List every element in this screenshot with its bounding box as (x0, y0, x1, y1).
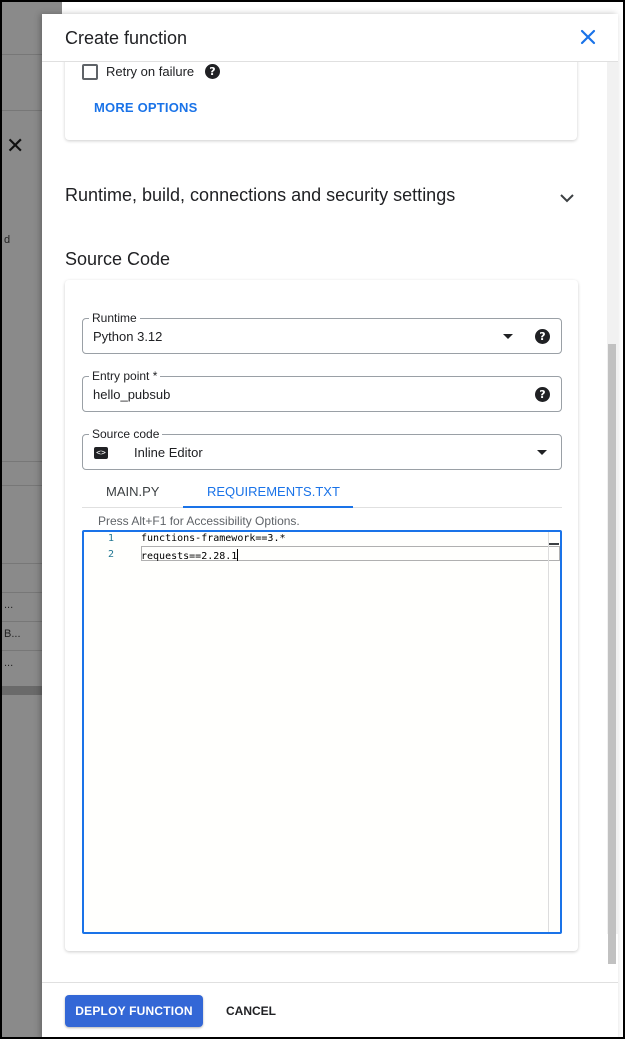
cancel-button[interactable]: CANCEL (218, 995, 284, 1027)
trigger-card: Retry on failure ? MORE OPTIONS (65, 62, 577, 140)
background-text: d (4, 234, 11, 246)
code-editor[interactable]: 1 functions-framework==3.* 2 requests==2… (82, 530, 562, 934)
help-icon[interactable]: ? (535, 329, 550, 344)
code-line-current: requests==2.28.1 (141, 549, 239, 562)
source-code-value: Inline Editor (134, 445, 203, 460)
text-cursor (237, 549, 239, 561)
retry-checkbox[interactable] (82, 64, 98, 80)
entry-point-value: hello_pubsub (93, 387, 171, 402)
tab-requirements-txt[interactable]: REQUIREMENTS.TXT (207, 484, 340, 499)
runtime-label: Runtime (89, 311, 140, 325)
section-title: Runtime, build, connections and security… (65, 185, 456, 205)
panel-header: Create function (42, 14, 618, 62)
divider (2, 485, 42, 486)
divider (2, 650, 42, 651)
page-title: Create function (65, 28, 188, 48)
retry-label: Retry on failure (106, 64, 195, 79)
code-line-text: requests==2.28.1 (141, 551, 238, 562)
file-tabs: MAIN.PY REQUIREMENTS.TXT (82, 476, 562, 508)
divider (2, 110, 42, 111)
divider (2, 461, 42, 462)
line-number: 2 (107, 549, 114, 560)
source-code-card: Runtime Python 3.12 ? Entry point * hell… (65, 280, 578, 951)
background-text: ... (4, 599, 14, 611)
close-icon[interactable]: ✕ (6, 134, 24, 158)
code-line: functions-framework==3.* (141, 533, 286, 544)
scrollbar-thumb[interactable] (608, 344, 616, 964)
divider (2, 563, 42, 564)
create-function-panel: Create function Retry on failure ? MORE … (42, 14, 618, 1037)
panel-content: Retry on failure ? MORE OPTIONS Runtime,… (42, 62, 618, 982)
background-scrollbar (2, 686, 42, 695)
active-tab-indicator (183, 506, 353, 508)
more-options-link[interactable]: MORE OPTIONS (94, 100, 198, 115)
background-text: B... (4, 628, 21, 640)
accessibility-hint: Press Alt+F1 for Accessibility Options. (98, 514, 300, 528)
close-icon[interactable] (576, 25, 600, 49)
source-code-heading: Source Code (65, 249, 171, 269)
source-code-select[interactable]: Source code <> Inline Editor (82, 427, 562, 470)
source-code-label: Source code (89, 427, 163, 441)
line-number: 1 (107, 533, 114, 544)
code-icon: <> (94, 447, 108, 459)
panel-scrollbar[interactable] (607, 54, 618, 964)
dropdown-caret-icon (537, 450, 547, 455)
divider (2, 621, 42, 622)
entry-point-field[interactable]: Entry point * hello_pubsub ? (82, 369, 562, 412)
screenshot-frame: ✕ d ... B... ... Create function Retry o… (0, 0, 625, 1039)
help-icon[interactable]: ? (205, 64, 220, 79)
runtime-value: Python 3.12 (93, 329, 163, 344)
entry-point-label: Entry point * (89, 369, 161, 383)
editor-scroll-track (548, 532, 549, 932)
tab-main-py[interactable]: MAIN.PY (106, 484, 159, 499)
help-icon[interactable]: ? (535, 387, 550, 402)
chevron-down-icon (560, 194, 574, 203)
divider (2, 592, 42, 593)
deploy-function-button[interactable]: DEPLOY FUNCTION (65, 995, 203, 1027)
runtime-select[interactable]: Runtime Python 3.12 ? (82, 311, 562, 354)
dropdown-caret-icon (503, 334, 513, 339)
panel-footer: DEPLOY FUNCTION CANCEL (42, 982, 618, 1037)
divider (2, 54, 42, 55)
overview-ruler-mark (549, 543, 559, 545)
background-text: ... (4, 657, 14, 669)
runtime-settings-expander[interactable]: Runtime, build, connections and security… (65, 182, 577, 212)
